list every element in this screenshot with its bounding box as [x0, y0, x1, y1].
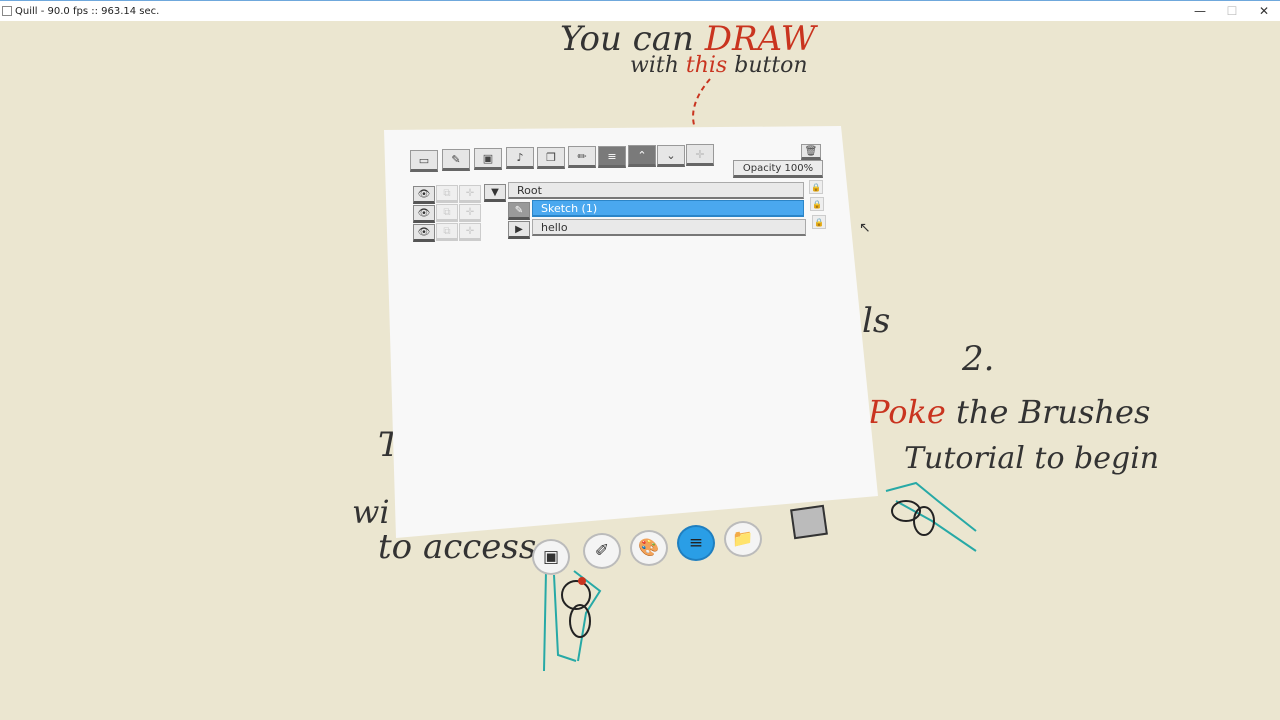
new-picture-layer-button[interactable]: ▣	[474, 148, 502, 170]
link-toggle-root[interactable]: ⧉	[436, 185, 458, 203]
window-title: Quill - 90.0 fps :: 963.14 sec.	[15, 5, 160, 17]
pen-button[interactable]: ✏	[568, 146, 596, 168]
close-button[interactable]: ✕	[1248, 1, 1280, 21]
lock-toggle-hello[interactable]: 🔒	[812, 215, 826, 229]
step-number: 2.	[962, 339, 995, 379]
layer-row-root[interactable]: Root	[508, 182, 804, 199]
brushes-icon: ✐	[594, 541, 610, 561]
layer-stack-icon: ≡	[607, 149, 617, 163]
draw-hint-line2: with this button	[630, 53, 808, 78]
layers-menu-button[interactable]: ≡	[677, 525, 715, 561]
link-toggle-hello[interactable]: ⧉	[436, 223, 458, 241]
window-controls: — ☐ ✕	[1184, 1, 1280, 21]
duplicate-icon: ❐	[546, 150, 556, 164]
move-handle-hello[interactable]: ✛	[459, 223, 481, 241]
visibility-toggle-sketch[interactable]: 👁	[413, 205, 435, 223]
new-sound-layer-icon: ♪	[516, 150, 524, 164]
move-handle-sketch[interactable]: ✛	[459, 204, 481, 222]
move-icon: ✛	[465, 225, 475, 237]
link-icon: ⧉	[443, 206, 451, 218]
layer-row-sketch[interactable]: Sketch (1)	[532, 200, 804, 217]
new-picture-layer-icon: ▣	[482, 151, 494, 165]
brushes-menu-button[interactable]: ✐	[583, 533, 621, 569]
duplicate-button[interactable]: ❐	[537, 147, 565, 169]
palette-icon: 🎨	[638, 538, 660, 558]
transform-icon: ✛	[695, 147, 705, 161]
link-toggle-sketch[interactable]: ⧉	[436, 204, 458, 222]
lock-toggle-root[interactable]: 🔒	[809, 180, 823, 194]
file-menu-button[interactable]: 📁	[724, 521, 762, 557]
app-icon	[2, 6, 12, 16]
picture-frame-icon	[790, 504, 828, 540]
move-icon: ✛	[465, 187, 475, 199]
picture-menu-button[interactable]: ▣	[532, 539, 570, 575]
tools-fragment: ls	[862, 301, 891, 341]
opacity-control[interactable]: Opacity 100%	[733, 160, 823, 178]
palette-menu-button[interactable]: 🎨	[630, 530, 668, 566]
maximize-button[interactable]: ☐	[1216, 1, 1248, 21]
new-paint-layer-icon: ✎	[451, 152, 461, 166]
visibility-toggle-root[interactable]: 👁	[413, 186, 435, 204]
lock-icon: 🔒	[811, 182, 821, 192]
new-folder-button[interactable]: ▭	[410, 150, 438, 172]
move-up-button[interactable]: ⌃	[628, 145, 656, 167]
paint-brush-icon: ✎	[514, 204, 524, 216]
eye-icon: 👁	[417, 188, 431, 200]
expand-toggle-root[interactable]: ▼	[484, 184, 506, 202]
right-controller-icon	[885, 481, 977, 552]
lock-toggle-sketch[interactable]: 🔒	[810, 197, 824, 211]
expand-toggle-hello[interactable]: ▶	[508, 221, 530, 239]
layers-icon: ≡	[688, 533, 704, 553]
move-handle-root[interactable]: ✛	[459, 185, 481, 203]
move-down-icon: ⌄	[666, 148, 676, 162]
eye-icon: 👁	[417, 226, 431, 238]
dashed-arrow-icon	[692, 78, 711, 132]
new-paint-layer-button[interactable]: ✎	[442, 149, 470, 171]
lock-icon: 🔒	[812, 199, 822, 209]
layer-stack-button[interactable]: ≡	[598, 146, 626, 168]
poke-hint: Poke the Brushes	[868, 393, 1151, 431]
link-icon: ⧉	[443, 187, 451, 199]
pen-icon: ✏	[577, 149, 587, 163]
mouse-cursor-icon: ↖	[859, 220, 871, 236]
visibility-toggle-hello[interactable]: 👁	[413, 224, 435, 242]
new-sound-layer-button[interactable]: ♪	[506, 147, 534, 169]
layer-row-hello[interactable]: hello	[532, 219, 806, 236]
transform-button[interactable]: ✛	[686, 144, 714, 166]
move-up-icon: ⌃	[637, 148, 647, 162]
minimize-button[interactable]: —	[1184, 1, 1216, 21]
play-icon: ▶	[515, 223, 523, 235]
folder-icon: 📁	[732, 529, 754, 549]
move-icon: ✛	[465, 206, 475, 218]
window-titlebar: Quill - 90.0 fps :: 963.14 sec. — ☐ ✕	[0, 0, 1280, 21]
delete-layer-button[interactable]: 🗑	[801, 144, 821, 160]
trash-icon: 🗑	[804, 145, 818, 157]
chevron-down-icon: ▼	[491, 186, 499, 198]
new-folder-icon: ▭	[418, 153, 430, 167]
left-fragment-2: wi	[352, 493, 390, 531]
eye-icon: 👁	[417, 207, 431, 219]
layer-type-sketch[interactable]: ✎	[508, 202, 530, 220]
lock-icon: 🔒	[814, 217, 824, 227]
move-down-button[interactable]: ⌄	[657, 145, 685, 167]
link-icon: ⧉	[443, 225, 451, 237]
picture-icon: ▣	[542, 547, 560, 567]
tutorial-hint: Tutorial to begin	[904, 441, 1160, 476]
